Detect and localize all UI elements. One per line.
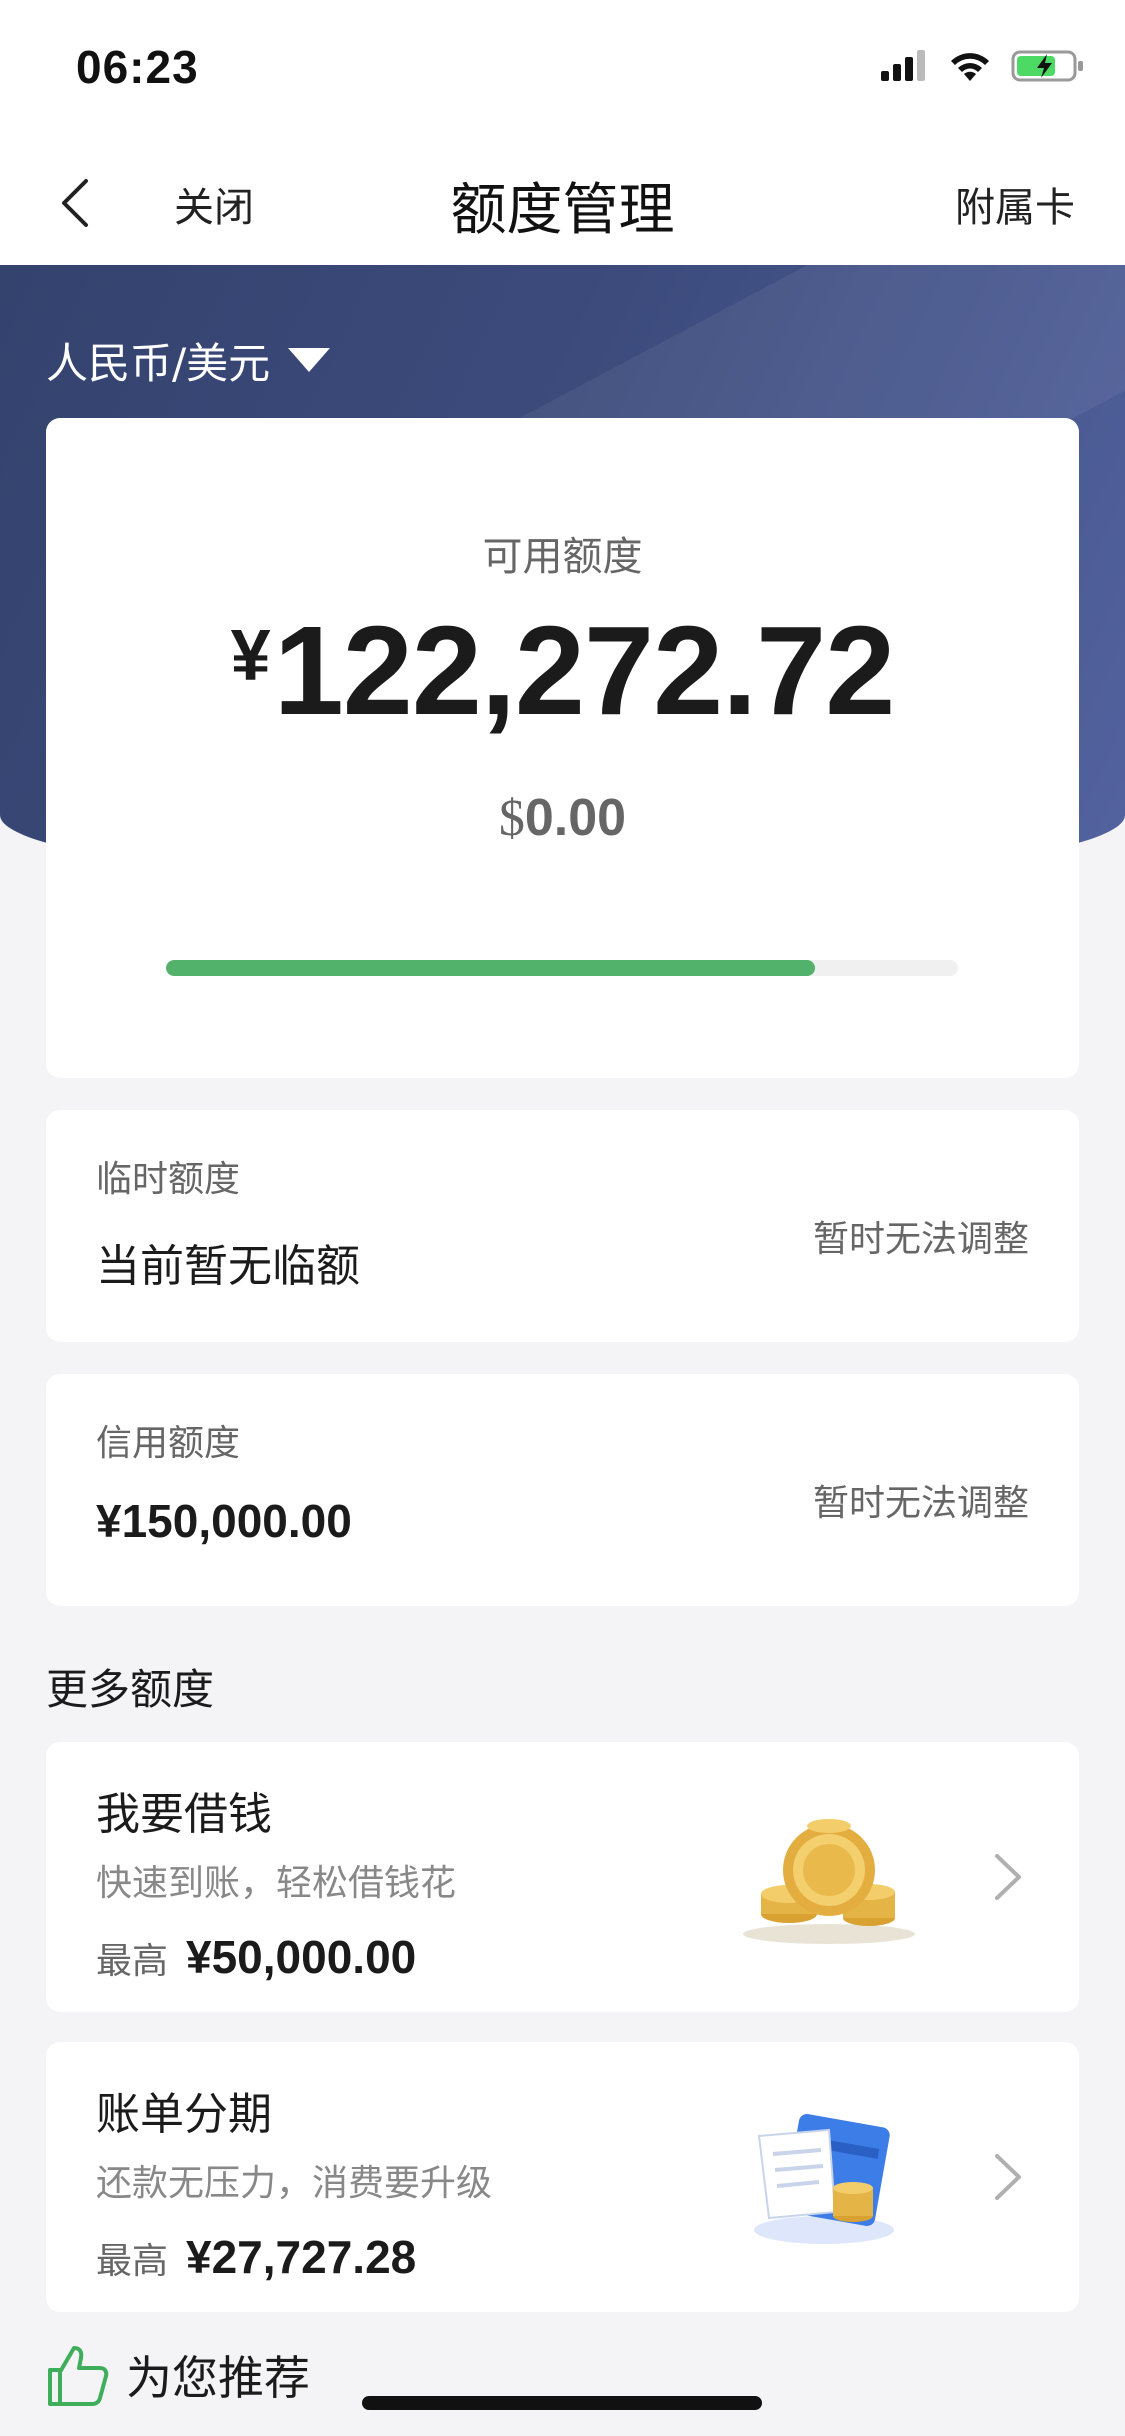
cny-amount-value: 122,272.72 — [273, 600, 896, 741]
status-bar: 06:23 — [0, 0, 1125, 135]
bill-card-icon — [754, 2114, 894, 2244]
nav-bar: 关闭 额度管理 附属卡 — [0, 135, 1125, 265]
credit-limit-status: 暂时无法调整 — [812, 1483, 1029, 1524]
currency-selector-label: 人民币/美元 — [46, 339, 271, 388]
cny-symbol: ¥ — [230, 616, 271, 696]
chevron-right-icon — [995, 1854, 1021, 1900]
currency-selector[interactable]: 人民币/美元 — [46, 330, 331, 391]
available-cny-amount: ¥122,272.72 — [46, 598, 1079, 743]
home-indicator[interactable] — [362, 2396, 762, 2410]
offer-max-value: ¥27,727.28 — [186, 2231, 417, 2283]
wifi-icon — [951, 53, 989, 81]
credit-limit-label: 信用额度 — [96, 1423, 241, 1464]
offer-max: 最高 ¥27,727.28 — [96, 2230, 416, 2284]
more-limits-title: 更多额度 — [46, 1665, 215, 1714]
offer-subtitle: 还款无压力，消费要升级 — [96, 2163, 493, 2204]
battery-icon — [1011, 50, 1083, 82]
thumbs-up-icon — [48, 2346, 109, 2406]
dropdown-triangle-icon — [288, 347, 331, 372]
offer-max-label: 最高 — [96, 1941, 169, 1982]
available-usd-amount: $0.00 — [46, 788, 1079, 848]
offer-title: 账单分期 — [96, 2089, 272, 2140]
offer-max-label: 最高 — [96, 2241, 169, 2282]
recommend-section-header: 为您推荐 — [44, 2342, 310, 2408]
supplementary-card-button[interactable]: 附属卡 — [955, 175, 1075, 233]
limit-progress-bar — [166, 960, 958, 976]
credit-limit-card: 信用额度 ¥150,000.00 暂时无法调整 — [46, 1374, 1079, 1606]
temporary-limit-status: 暂时无法调整 — [812, 1219, 1029, 1260]
status-time: 06:23 — [76, 41, 199, 93]
recommend-label: 为您推荐 — [126, 2351, 310, 2405]
available-limit-card: 可用额度 ¥122,272.72 $0.00 — [46, 418, 1079, 1078]
temporary-limit-card: 临时额度 当前暂无临额 暂时无法调整 — [46, 1110, 1079, 1342]
status-icons — [881, 48, 1085, 84]
temporary-limit-value: 当前暂无临额 — [96, 1241, 360, 1292]
installment-offer-card[interactable]: 账单分期 还款无压力，消费要升级 最高 ¥27,727.28 — [46, 2042, 1079, 2312]
offer-subtitle: 快速到账，轻松借钱花 — [96, 1863, 457, 1904]
offer-max: 最高 ¥50,000.00 — [96, 1930, 416, 1984]
usd-amount-value: 0.00 — [524, 789, 627, 847]
signal-icon — [881, 50, 925, 81]
available-limit-label: 可用额度 — [482, 534, 643, 580]
loan-offer-card[interactable]: 我要借钱 快速到账，轻松借钱花 最高 ¥50,000.00 — [46, 1742, 1079, 2012]
credit-limit-value: ¥150,000.00 — [96, 1495, 352, 1547]
usd-symbol: $ — [498, 790, 525, 847]
temporary-limit-label: 临时额度 — [96, 1159, 241, 1200]
chevron-right-icon — [995, 2154, 1021, 2200]
offer-max-value: ¥50,000.00 — [186, 1931, 417, 1983]
limit-progress-fill — [166, 960, 816, 976]
offer-title: 我要借钱 — [96, 1789, 272, 1840]
coins-icon — [743, 1819, 915, 1944]
